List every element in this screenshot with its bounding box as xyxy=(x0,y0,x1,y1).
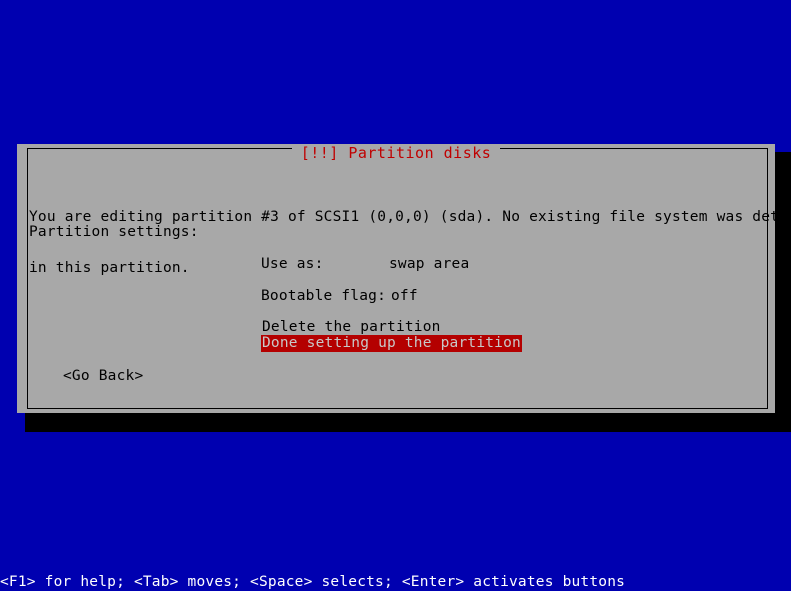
setting-label-use-as: Use as: xyxy=(261,256,324,272)
setting-value-use-as: swap area xyxy=(389,256,470,272)
partition-settings-heading: Partition settings: xyxy=(29,224,199,240)
menu-item-delete-partition[interactable]: Delete the partition xyxy=(261,319,442,336)
setting-label-bootable-flag: Bootable flag: xyxy=(261,288,387,304)
setting-row-use-as[interactable]: Use as: swap area xyxy=(261,256,469,273)
setting-row-bootable-flag[interactable]: Bootable flag: off xyxy=(261,288,418,305)
menu-item-done-setting-up-partition[interactable]: Done setting up the partition xyxy=(261,335,522,352)
status-bar-help-text: <F1> for help; <Tab> moves; <Space> sele… xyxy=(0,574,626,590)
go-back-button[interactable]: <Go Back> xyxy=(63,368,143,385)
terminal-screen: [!!] Partition disks You are editing par… xyxy=(0,0,791,590)
setting-value-bootable-flag: off xyxy=(391,288,418,304)
